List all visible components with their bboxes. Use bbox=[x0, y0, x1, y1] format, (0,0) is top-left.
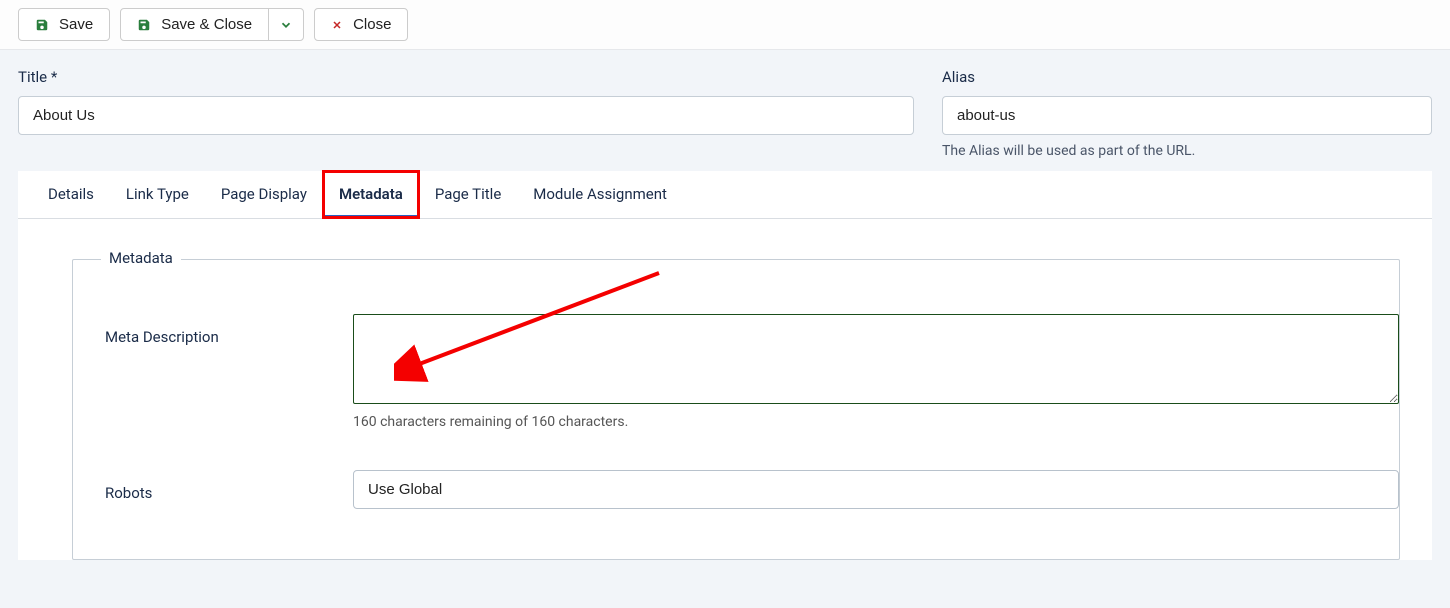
robots-label: Robots bbox=[105, 470, 353, 509]
save-icon bbox=[35, 18, 49, 32]
save-close-dropdown-toggle[interactable] bbox=[268, 8, 304, 41]
chevron-down-icon bbox=[279, 18, 293, 32]
meta-description-textarea[interactable] bbox=[353, 314, 1399, 404]
save-close-group: Save & Close bbox=[120, 8, 304, 41]
close-button[interactable]: Close bbox=[314, 8, 408, 41]
save-close-button[interactable]: Save & Close bbox=[120, 8, 269, 41]
metadata-fieldset: Metadata Meta Description 160 characters… bbox=[72, 259, 1400, 560]
save-button[interactable]: Save bbox=[18, 8, 110, 41]
alias-label: Alias bbox=[942, 68, 1432, 86]
title-input[interactable] bbox=[18, 96, 914, 135]
close-button-label: Close bbox=[353, 16, 391, 33]
content-panel: Details Link Type Page Display Metadata … bbox=[18, 171, 1432, 560]
tabs: Details Link Type Page Display Metadata … bbox=[18, 171, 1432, 219]
toolbar: Save Save & Close Close bbox=[0, 0, 1450, 50]
meta-description-label: Meta Description bbox=[105, 314, 353, 430]
title-label: Title * bbox=[18, 68, 914, 86]
robots-select[interactable]: Use Global bbox=[353, 470, 1399, 509]
tab-module-assignment[interactable]: Module Assignment bbox=[517, 171, 683, 218]
close-icon bbox=[331, 19, 343, 31]
save-button-label: Save bbox=[59, 16, 93, 33]
save-close-button-label: Save & Close bbox=[161, 16, 252, 33]
metadata-legend: Metadata bbox=[101, 249, 181, 267]
form-header: Title * Alias The Alias will be used as … bbox=[0, 50, 1450, 171]
tab-link-type[interactable]: Link Type bbox=[110, 171, 205, 218]
alias-input[interactable] bbox=[942, 96, 1432, 135]
char-counter: 160 characters remaining of 160 characte… bbox=[353, 414, 1399, 430]
tab-metadata[interactable]: Metadata bbox=[323, 171, 419, 218]
tab-details[interactable]: Details bbox=[32, 171, 110, 218]
tab-page-title[interactable]: Page Title bbox=[419, 171, 517, 218]
save-icon bbox=[137, 18, 151, 32]
alias-help-text: The Alias will be used as part of the UR… bbox=[942, 143, 1432, 159]
tab-page-display[interactable]: Page Display bbox=[205, 171, 323, 218]
